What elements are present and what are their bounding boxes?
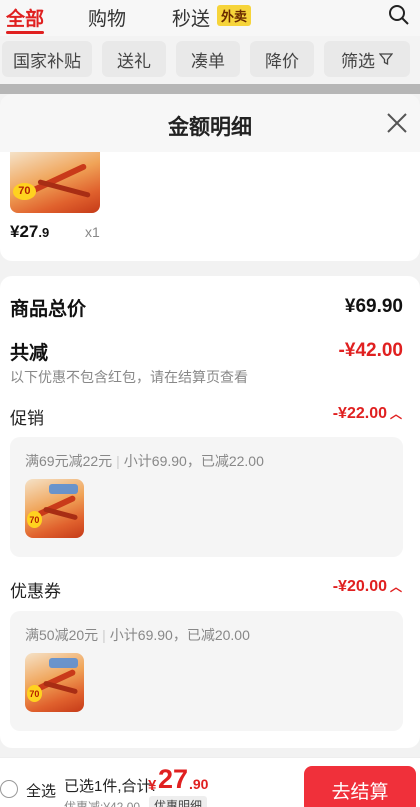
tab-all[interactable]: 全部 [6,4,44,31]
chevron-up-icon: ︿ [389,580,402,594]
promo-rule: 满69元减22元 | 小计69.90，已减22.00 [25,453,264,469]
sheet-title: 金额明细 [168,116,252,139]
selected-summary: 已选1件,合计: [64,778,156,795]
tab-shopping[interactable]: 购物 [88,4,126,31]
coupon-thumb-badge: 70 [26,685,43,702]
tab-active-indicator [6,31,44,34]
saved-amount: 优惠减:¥42.00 [64,800,141,807]
product-thumbnail[interactable]: 70 [10,152,100,213]
product-quantity: x1 [85,224,100,240]
product-price: ¥27.9 [10,222,50,241]
total-decimal: .90 [189,776,209,792]
promo-thumb-badge: 70 [26,511,43,528]
filter-bar: 国家补贴 送礼 凑单 降价 筛选 [0,36,420,84]
coupon-value[interactable]: -¥20.00 ︿ [333,578,402,596]
coupon-label: 优惠券 [10,582,61,601]
discount-detail-tag[interactable]: 优惠明细 [149,796,208,807]
promo-detail-box: 满69元减22元 | 小计69.90，已减22.00 70 [10,437,403,557]
total-amount: 27 [158,764,189,794]
amount-breakdown-card: 商品总价 ¥69.90 共减 -¥42.00 以下优惠不包含红包，请在结算页查看… [0,276,420,748]
promo-value[interactable]: -¥22.00 ︿ [333,405,402,423]
filter-funnel-icon [379,53,393,66]
filter-national-subsidy[interactable]: 国家补贴 [2,41,92,77]
coupon-product-thumbnail[interactable]: 70 [25,653,84,712]
sheet-header: 金额明细 [0,94,420,154]
promo-product-thumbnail[interactable]: 70 [25,479,84,538]
total-value: ¥69.90 [344,296,403,317]
total-currency: ¥ [148,777,157,794]
filter-bundle[interactable]: 凑单 [176,41,240,77]
coupon-detail-box: 满50减20元 | 小计69.90，已减20.00 70 [10,611,403,731]
dim-overlay[interactable] [0,84,420,94]
product-card: 70 ¥27.9 x1 [0,152,420,261]
amount-detail-sheet: 金额明细 70 ¥27.9 x1 商品总价 ¥69.90 共减 -¥42.00 … [0,94,420,807]
tab-instant-delivery[interactable]: 秒送 [172,4,210,31]
discount-value: -¥42.00 [338,340,403,361]
filter-screen[interactable]: 筛选 [324,41,410,77]
top-tab-bar: 全部 购物 秒送 外卖 [0,0,420,36]
chevron-up-icon: ︿ [389,407,402,421]
total-label: 商品总价 [10,299,87,320]
checkout-button[interactable]: 去结算 [304,766,416,807]
select-all-radio[interactable] [0,780,18,798]
coupon-rule: 满50减20元 | 小计69.90，已减20.00 [25,627,250,643]
filter-price-drop[interactable]: 降价 [250,41,314,77]
discount-note: 以下优惠不包含红包，请在结算页查看 [10,369,248,385]
search-icon[interactable] [388,4,410,26]
checkout-bar: 全选 已选1件,合计: ¥ 27 .90 优惠减:¥42.00 优惠明细 去结算 [0,757,420,807]
filter-gift[interactable]: 送礼 [102,41,166,77]
takeout-badge: 外卖 [217,5,252,26]
thumb-discount-badge: 70 [12,182,37,200]
discount-label: 共减 [10,343,49,364]
select-all-label[interactable]: 全选 [26,780,56,801]
close-icon[interactable] [386,112,408,134]
promo-label: 促销 [10,409,44,428]
